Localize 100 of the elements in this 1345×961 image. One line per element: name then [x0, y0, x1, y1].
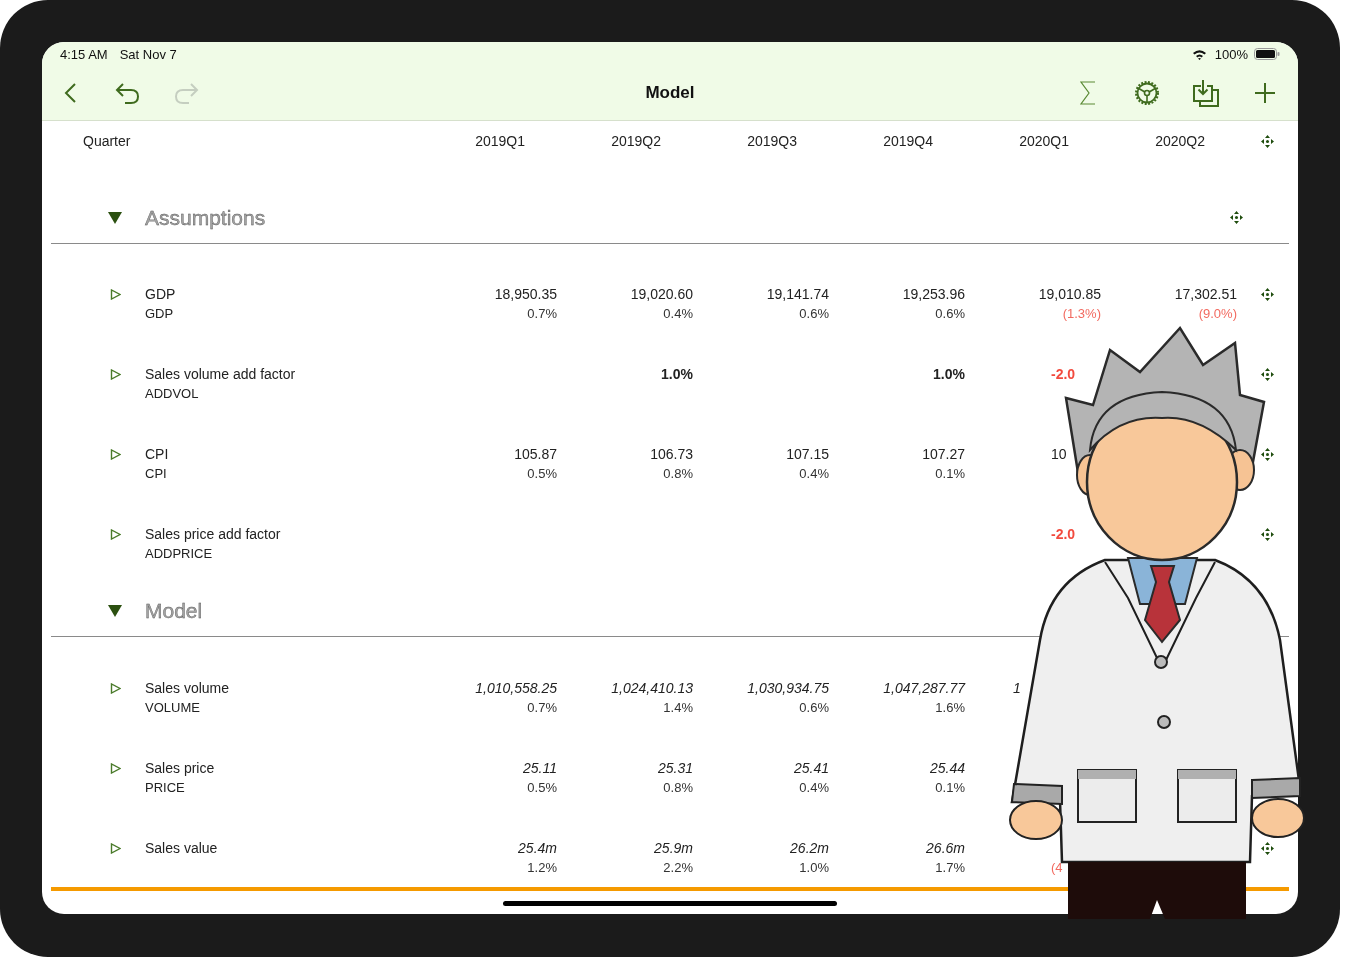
cell-value: 25.9m — [654, 839, 693, 858]
move-handle-icon[interactable] — [1261, 528, 1274, 541]
cell-value: 25.31 — [657, 759, 693, 778]
move-handle-icon[interactable] — [1261, 288, 1274, 301]
hand-drawing — [1251, 798, 1305, 838]
cell-value: 19,010.85 — [1038, 285, 1101, 304]
cell-value: 106.73 — [650, 445, 693, 464]
cell-value: 1.0% — [661, 365, 693, 384]
download-icon — [1192, 78, 1220, 108]
cell-value: 25.4m — [518, 839, 557, 858]
cell-change: 0.1% — [935, 779, 965, 797]
disclosure-triangle-icon[interactable] — [110, 369, 121, 380]
row-code: ADDPRICE — [145, 545, 214, 563]
move-handle-icon[interactable] — [1261, 842, 1274, 855]
row-name: Sales price add factor — [145, 525, 281, 544]
cell-change: 0.6% — [799, 305, 829, 323]
status-date: Sat Nov 7 — [119, 46, 177, 62]
cell-value: 26.6m — [926, 839, 965, 858]
cell-value: 1,047,287.77 — [883, 679, 965, 698]
undo-icon — [115, 81, 141, 105]
column-header: Quarter — [82, 133, 131, 149]
status-time: 4:15 AM — [60, 46, 108, 62]
disclosure-triangle-icon[interactable] — [108, 211, 122, 225]
settings-icon — [1133, 79, 1161, 107]
cell-value: 1,010,558.25 — [475, 679, 557, 698]
column-header: 2020Q1 — [1019, 133, 1069, 149]
cell-change: (1.3%) — [1062, 305, 1101, 323]
cell-change: 1.2% — [527, 859, 557, 877]
cell-value: 1.0% — [933, 365, 965, 384]
disclosure-triangle-icon[interactable] — [110, 449, 121, 460]
cell-value: 1,030,934.75 — [747, 679, 829, 698]
row-name: CPI — [145, 445, 169, 464]
row-code: VOLUME — [145, 699, 201, 717]
cell-value: 10 — [1051, 445, 1067, 464]
cell-value: 105.87 — [514, 445, 557, 464]
cell-change: (4 — [1051, 859, 1063, 877]
wifi-icon — [1191, 48, 1207, 60]
sigma-icon — [1080, 80, 1096, 106]
cell-value: 25.11 — [523, 759, 557, 778]
move-handle-icon[interactable] — [1230, 211, 1243, 224]
chevron-left-icon — [63, 82, 77, 104]
cell-change: 0.6% — [935, 305, 965, 323]
cell-value: 25.44 — [929, 759, 965, 778]
cell-change: 0.4% — [799, 465, 829, 483]
row-name: GDP — [145, 285, 176, 304]
nav-title: Model — [645, 83, 695, 103]
cell-value: 107.27 — [922, 445, 965, 464]
column-header: 2019Q2 — [611, 133, 661, 149]
move-handle-icon[interactable] — [1261, 134, 1274, 148]
cell-value: 19,253.96 — [902, 285, 965, 304]
cell-value: 1 — [1013, 679, 1021, 698]
cell-change: (9.0%) — [1198, 305, 1237, 323]
disclosure-triangle-icon[interactable] — [110, 529, 121, 540]
cell-value: 19,141.74 — [766, 285, 829, 304]
row-name: Sales price — [145, 759, 215, 778]
cell-change: 0.8% — [663, 465, 693, 483]
redo-icon — [173, 81, 199, 105]
hand-drawing — [1009, 800, 1063, 840]
cell-change: 0.1% — [935, 465, 965, 483]
row-name: Sales volume add factor — [145, 365, 296, 384]
cell-change: 0.4% — [799, 779, 829, 797]
cell-change: 0.5% — [527, 465, 557, 483]
row-code: GDP — [145, 305, 175, 323]
column-header: 2020Q2 — [1155, 133, 1205, 149]
section-title: Model — [145, 599, 203, 623]
cell-value: -2.0 — [1051, 525, 1076, 544]
cell-change: 0.7% — [527, 699, 557, 717]
disclosure-triangle-icon[interactable] — [110, 763, 121, 774]
cell-change: 0.6% — [799, 699, 829, 717]
plus-icon — [1254, 82, 1276, 104]
disclosure-triangle-icon[interactable] — [110, 843, 121, 854]
cell-value: 17,302.51 — [1174, 285, 1237, 304]
cell-change: 2.2% — [663, 859, 693, 877]
column-header: 2019Q3 — [747, 133, 797, 149]
disclosure-triangle-icon[interactable] — [108, 604, 122, 618]
cell-value: 1,024,410.13 — [611, 679, 693, 698]
cell-value: -2.0 — [1051, 365, 1076, 384]
cell-change: 1.7% — [935, 859, 965, 877]
disclosure-triangle-icon[interactable] — [110, 289, 121, 300]
battery-percent: 100% — [1214, 46, 1248, 62]
battery-icon — [1254, 48, 1280, 60]
disclosure-triangle-icon[interactable] — [110, 683, 121, 694]
cell-change: 1.0% — [799, 859, 829, 877]
cell-change: 0.7% — [527, 305, 557, 323]
cell-change: 1.4% — [663, 699, 693, 717]
cell-change: 0.8% — [663, 779, 693, 797]
cell-value: 18,950.35 — [494, 285, 557, 304]
column-header: 2019Q4 — [883, 133, 933, 149]
cell-change: 0.5% — [527, 779, 557, 797]
row-name: Sales value — [145, 839, 218, 858]
move-handle-icon[interactable] — [1261, 368, 1274, 381]
section-title: Assumptions — [145, 206, 266, 230]
row-code: ADDVOL — [145, 385, 200, 403]
column-header: 2019Q1 — [475, 133, 525, 149]
cell-change: 0.4% — [663, 305, 693, 323]
row-name: Sales volume — [145, 679, 230, 698]
cell-change: 1.6% — [935, 699, 965, 717]
cell-value: 107.15 — [786, 445, 829, 464]
row-code: PRICE — [145, 779, 186, 797]
move-handle-icon[interactable] — [1261, 448, 1274, 461]
